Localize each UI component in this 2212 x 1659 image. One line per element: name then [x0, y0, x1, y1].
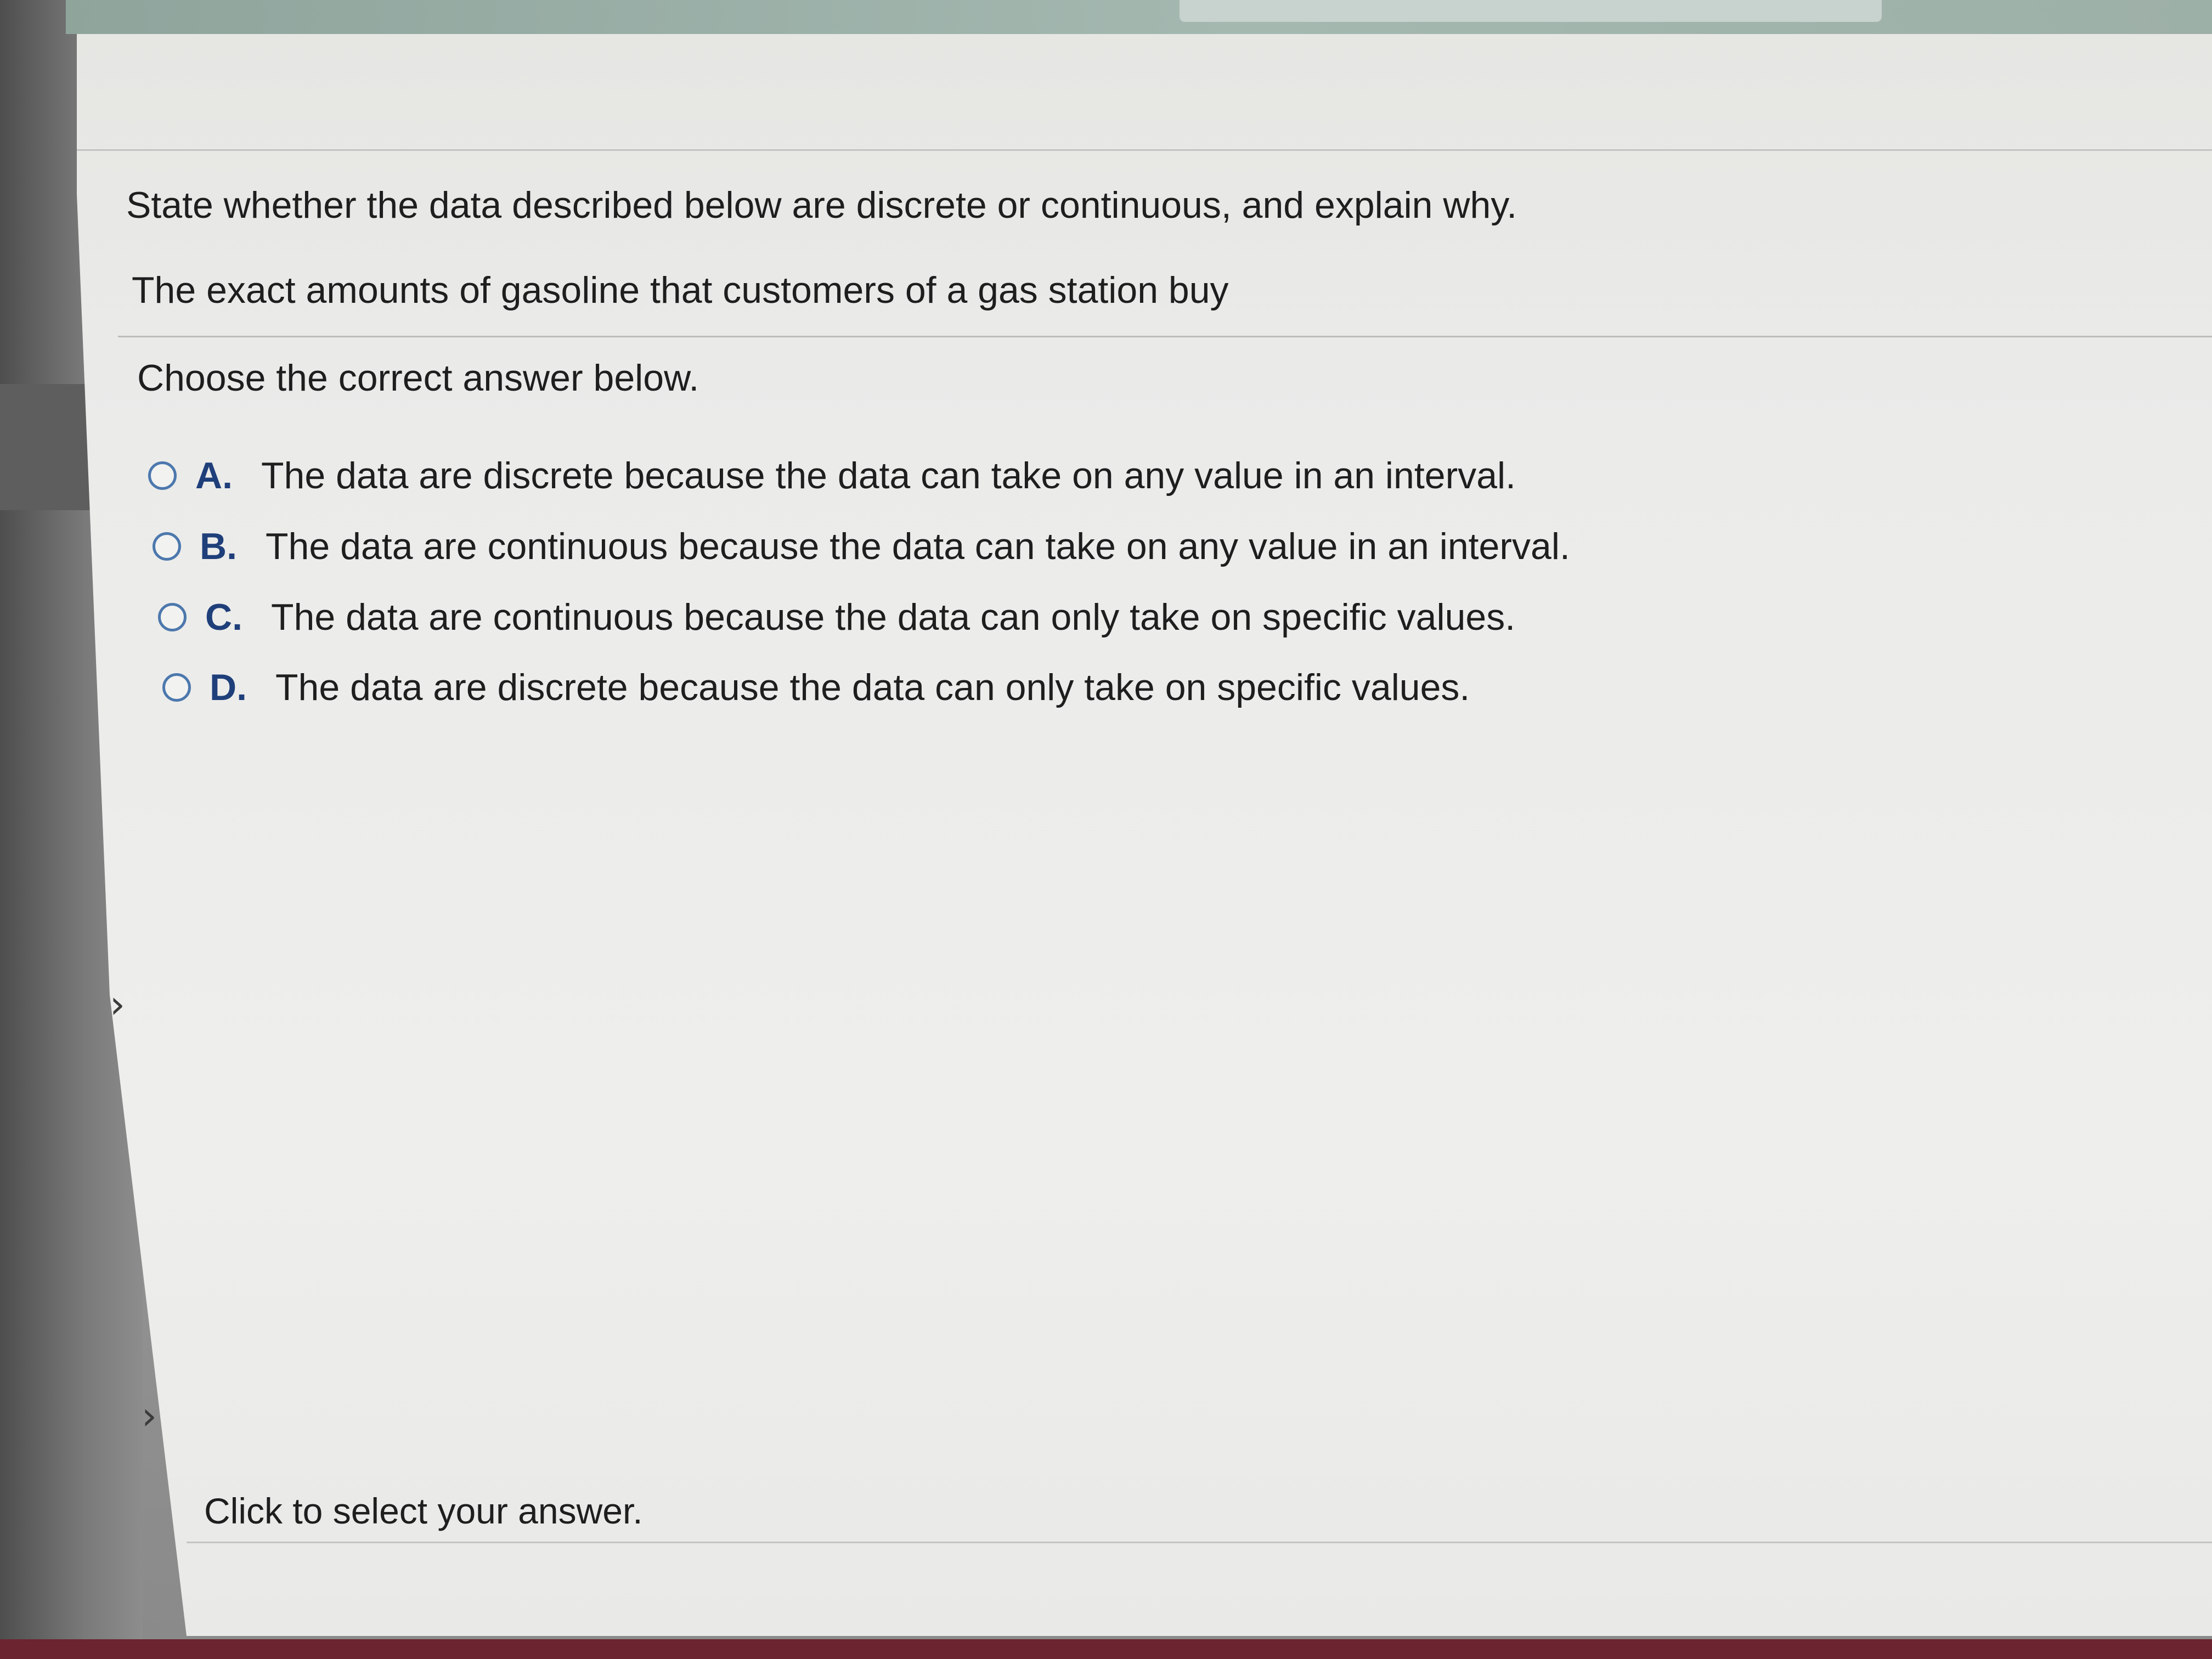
- option-text-d: The data are discrete because the data c…: [275, 667, 1470, 708]
- option-text-c: The data are continuous because the data…: [271, 596, 1516, 638]
- answer-option-b[interactable]: B. The data are continuous because the d…: [153, 525, 1570, 568]
- option-letter-c: C.: [205, 596, 242, 638]
- radio-button-b[interactable]: [153, 532, 181, 561]
- option-text-a: The data are discrete because the data c…: [261, 455, 1516, 496]
- radio-button-c[interactable]: [158, 603, 187, 631]
- option-letter-d: D.: [210, 667, 247, 708]
- question-divider: [118, 336, 2212, 337]
- status-message: Click to select your answer.: [204, 1491, 643, 1531]
- header-divider: [77, 149, 2212, 151]
- radio-button-d[interactable]: [162, 673, 191, 702]
- answer-option-c[interactable]: C. The data are continuous because the d…: [158, 596, 1515, 639]
- chevron-right-icon[interactable]: ›: [142, 1393, 157, 1438]
- option-letter-b: B.: [200, 526, 237, 567]
- answer-option-d[interactable]: D. The data are discrete because the dat…: [162, 666, 1470, 709]
- top-toolbar-strip: [66, 0, 2212, 34]
- radio-button-a[interactable]: [148, 461, 177, 490]
- question-prompt: State whether the data described below a…: [126, 184, 1517, 226]
- dataset-description: The exact amounts of gasoline that custo…: [132, 269, 1229, 311]
- bottom-band: [0, 1639, 2212, 1659]
- chevron-right-icon[interactable]: ›: [110, 982, 125, 1027]
- answer-option-a[interactable]: A. The data are discrete because the dat…: [148, 454, 1516, 497]
- top-tab: [1180, 0, 1882, 22]
- footer-divider: [187, 1542, 2212, 1543]
- answer-instruction: Choose the correct answer below.: [137, 357, 699, 399]
- option-letter-a: A.: [195, 455, 233, 496]
- option-text-b: The data are continuous because the data…: [266, 526, 1570, 567]
